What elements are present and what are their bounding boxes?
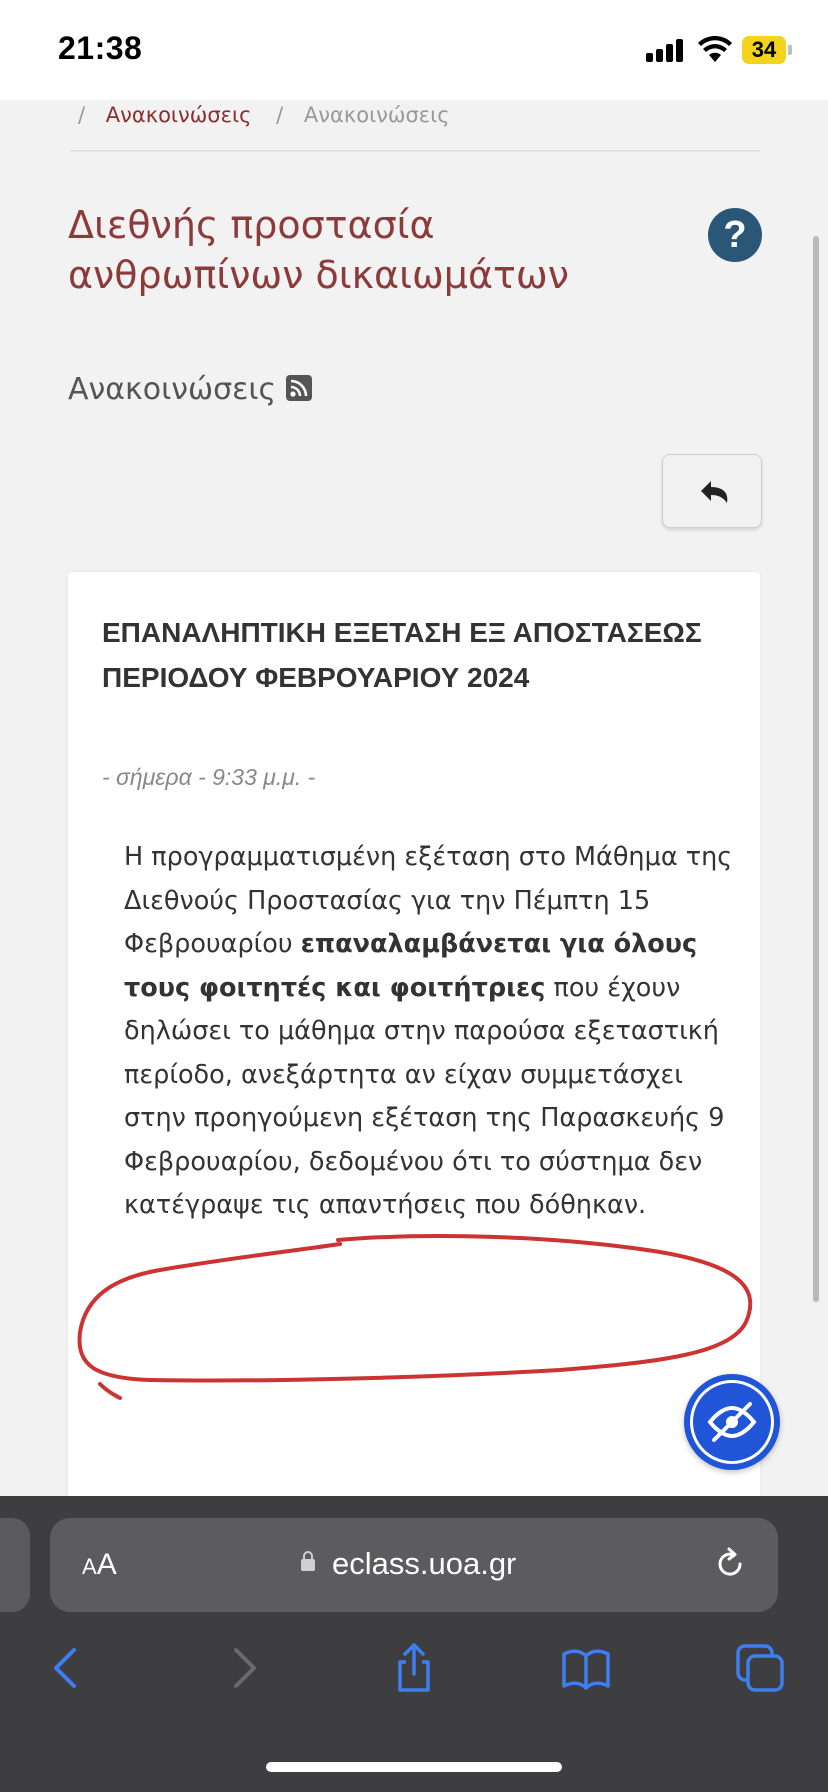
back-button[interactable] bbox=[662, 454, 762, 528]
section-subtitle-text: Ανακοινώσεις bbox=[68, 372, 277, 407]
signal-icon bbox=[646, 38, 686, 62]
rss-icon[interactable] bbox=[286, 375, 313, 401]
breadcrumb-separator: / bbox=[276, 103, 284, 127]
previous-tab-peek[interactable] bbox=[0, 1518, 30, 1612]
reload-icon[interactable] bbox=[712, 1546, 748, 1582]
breadcrumb-separator: / bbox=[78, 103, 86, 127]
share-icon[interactable] bbox=[388, 1642, 440, 1694]
aa-large: A bbox=[96, 1548, 117, 1581]
battery-cap bbox=[788, 45, 792, 55]
forward-icon[interactable] bbox=[218, 1642, 270, 1694]
announcement-card: ΕΠΑΝΑΛΗΠΤΙΚΗ ΕΞΕΤΑΣΗ ΕΞ ΑΠΟΣΤΑΣΕΩΣ ΠΕΡΙΟ… bbox=[68, 572, 760, 1532]
lock-icon bbox=[301, 1551, 315, 1571]
course-title[interactable]: Διεθνής προστασία ανθρωπίνων δικαιωμάτων bbox=[68, 200, 628, 300]
bookmarks-icon[interactable] bbox=[560, 1642, 612, 1694]
divider bbox=[70, 150, 760, 152]
scrollbar[interactable] bbox=[813, 236, 819, 1302]
reply-icon bbox=[701, 481, 728, 503]
announcement-body: Η προγραμματισμένη εξέταση στο Μάθημα τη… bbox=[124, 836, 734, 1228]
announcement-body-text: που έχουν δηλώσει το μάθημα στην παρούσα… bbox=[124, 972, 725, 1221]
announcement-date: - σήμερα - 9:33 μ.μ. - bbox=[102, 764, 316, 790]
help-icon[interactable]: ? bbox=[708, 208, 762, 262]
back-icon[interactable] bbox=[40, 1642, 92, 1694]
announcement-title: ΕΠΑΝΑΛΗΠΤΙΚΗ ΕΞΕΤΑΣΗ ΕΞ ΑΠΟΣΤΑΣΕΩΣ ΠΕΡΙΟ… bbox=[102, 617, 702, 693]
url-value: eclass.uoa.gr bbox=[332, 1546, 517, 1581]
status-time: 21:38 bbox=[58, 30, 143, 66]
breadcrumb: / Ανακοινώσεις / Ανακοινώσεις bbox=[78, 103, 450, 127]
section-subtitle: Ανακοινώσεις bbox=[68, 372, 313, 407]
tabs-icon[interactable] bbox=[734, 1642, 786, 1694]
breadcrumb-link-announcements[interactable]: Ανακοινώσεις bbox=[106, 103, 252, 127]
status-bar: 21:38 34 bbox=[0, 0, 828, 100]
accessibility-button[interactable] bbox=[684, 1374, 780, 1470]
eye-slash-icon bbox=[707, 1402, 757, 1442]
wifi-icon bbox=[698, 36, 732, 62]
reader-aa-button[interactable]: AA bbox=[82, 1548, 117, 1582]
url-text[interactable]: eclass.uoa.gr bbox=[332, 1546, 516, 1582]
home-indicator[interactable] bbox=[266, 1762, 562, 1772]
aa-small: A bbox=[82, 1554, 97, 1579]
battery-icon: 34 bbox=[742, 36, 786, 64]
breadcrumb-current: Ανακοινώσεις bbox=[303, 103, 450, 127]
